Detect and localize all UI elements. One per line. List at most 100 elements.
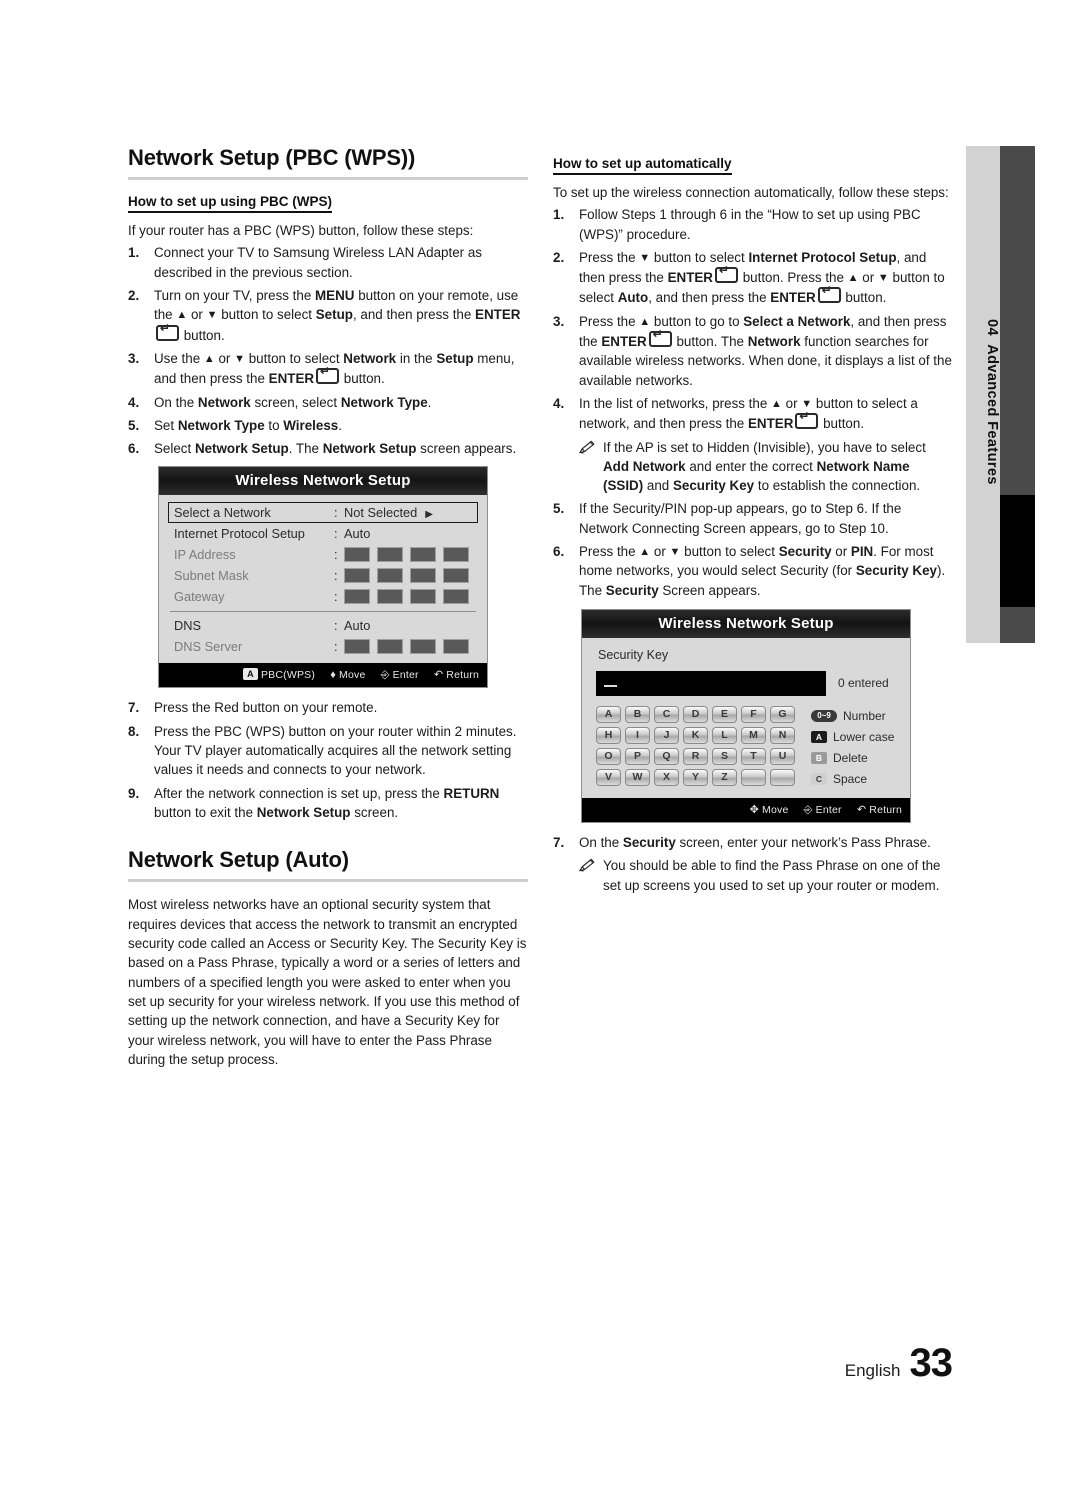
key-u[interactable]: U	[770, 747, 795, 765]
key-x[interactable]: X	[654, 768, 679, 786]
key-k[interactable]: K	[683, 726, 708, 744]
key-c[interactable]: C	[654, 705, 679, 723]
key-y[interactable]: Y	[683, 768, 708, 786]
step-number: 6.	[128, 441, 140, 457]
osd-value-box	[377, 639, 403, 655]
security-key-input[interactable]	[596, 670, 826, 696]
key-j[interactable]: J	[654, 726, 679, 744]
step-number: 3.	[553, 313, 565, 329]
step-item: 5. If the Security/PIN pop-up appears, go…	[553, 499, 953, 538]
hint-enter-label: Enter	[392, 669, 419, 682]
step-item: 4. On the Network screen, select Network …	[128, 393, 528, 412]
osd-row-colon: :	[334, 505, 338, 521]
key-r[interactable]: R	[683, 747, 708, 765]
osd-value-box	[443, 547, 469, 563]
key-i[interactable]: I	[625, 726, 650, 744]
key-s[interactable]: S	[712, 747, 737, 765]
onscreen-keyboard[interactable]: ABCDEFG HIJKLMN OPQRSTU VWXYZ	[596, 705, 799, 790]
badge-b-icon: B	[811, 752, 827, 765]
key-v[interactable]: V	[596, 768, 621, 786]
osd-row-colon: :	[334, 526, 338, 542]
key-l[interactable]: L	[712, 726, 737, 744]
osd-value-boxes	[344, 639, 472, 655]
step-number: 1.	[553, 207, 565, 223]
osd-menu-row[interactable]: Gateway:	[168, 586, 478, 607]
step-text: If the Security/PIN pop-up appears, go t…	[579, 501, 902, 536]
osd-row-label: Select a Network	[174, 505, 271, 521]
key-f[interactable]: F	[741, 705, 766, 723]
osd-menu-row[interactable]: Select a Network: Not Selected ▶	[168, 502, 478, 524]
page-footer: English 33	[845, 1341, 953, 1386]
key-q[interactable]: Q	[654, 747, 679, 765]
move-updown-icon: ♦	[330, 669, 337, 682]
intro-paragraph-pbc: If your router has a PBC (WPS) button, f…	[128, 223, 474, 239]
legend-item: B Delete	[811, 748, 894, 769]
osd-row-value: Auto	[344, 618, 371, 634]
key-blank[interactable]	[770, 768, 795, 786]
key-blank[interactable]	[741, 768, 766, 786]
step-item: 8. Press the PBC (WPS) button on your rou…	[128, 722, 528, 780]
hint-pbc-wps: A PBC(WPS)	[242, 668, 315, 681]
step-number: 5.	[553, 501, 565, 517]
osd-value-box	[377, 568, 403, 584]
step-text: On the Security screen, enter your netwo…	[579, 834, 931, 850]
osd-value-box	[377, 589, 403, 605]
heading-rule-auto	[128, 879, 528, 883]
osd-menu-row[interactable]: Internet Protocol Setup: Auto	[168, 523, 478, 544]
right-column: How to set up automatically To set up th…	[553, 155, 953, 899]
step-item: 2. Press the ▼ button to select Internet …	[553, 248, 953, 308]
chevron-right-icon: ▶	[425, 509, 433, 521]
hint-move-2-label: Move	[762, 803, 789, 816]
hint-enter-2: ⎆ Enter	[804, 804, 842, 816]
key-z[interactable]: Z	[712, 768, 737, 786]
step-text: Press the ▲ or ▼ button to select Securi…	[579, 544, 946, 598]
osd-row-value: Not Selected ▶	[344, 505, 433, 521]
badge-a-icon: A	[242, 668, 258, 681]
osd-row-colon: :	[334, 568, 338, 584]
left-column: Network Setup (PBC (WPS)) How to set up …	[128, 145, 528, 1072]
key-a[interactable]: A	[596, 705, 621, 723]
badge-num-icon: 0~9	[811, 710, 837, 723]
steps-list-pbc: 1. Connect your TV to Samsung Wireless LA…	[128, 243, 528, 458]
manual-page: 04 Advanced Features Network Setup (PBC …	[0, 0, 1080, 1494]
return-icon-2: ↶	[856, 803, 867, 816]
step-text: Press the ▲ button to go to Select a Net…	[579, 312, 953, 390]
step-text: Connect your TV to Samsung Wireless LAN …	[154, 245, 482, 280]
key-d[interactable]: D	[683, 705, 708, 723]
osd-row-label: DNS Server	[174, 639, 243, 655]
osd-menu-row[interactable]: IP Address:	[168, 544, 478, 565]
key-w[interactable]: W	[625, 768, 650, 786]
note-pencil-icon	[578, 438, 603, 496]
heading-rule	[128, 177, 528, 181]
key-p[interactable]: P	[625, 747, 650, 765]
step-number: 9.	[128, 785, 140, 801]
hint-enter: ⎆ Enter	[381, 669, 419, 681]
key-g[interactable]: G	[770, 705, 795, 723]
key-n[interactable]: N	[770, 726, 795, 744]
osd-value-box	[377, 547, 403, 563]
legend-label: Lower case	[833, 730, 895, 745]
key-b[interactable]: B	[625, 705, 650, 723]
enter-icon: ⎆	[380, 669, 390, 682]
step-item: 1. Follow Steps 1 through 6 in the “How t…	[553, 205, 953, 244]
key-t[interactable]: T	[741, 747, 766, 765]
step-text: Set Network Type to Wireless.	[154, 417, 342, 433]
osd-security-footer-hints: ✥ Move ⎆ Enter ↶ Return	[582, 797, 910, 822]
osd-menu-row[interactable]: Subnet Mask:	[168, 565, 478, 586]
key-h[interactable]: H	[596, 726, 621, 744]
osd-row-label: Internet Protocol Setup	[174, 526, 305, 542]
legend-label: Number	[843, 709, 886, 724]
key-m[interactable]: M	[741, 726, 766, 744]
note-pass-phrase: You should be able to find the Pass Phra…	[578, 856, 953, 895]
step-number: 3.	[128, 350, 140, 366]
step-item: 5. Set Network Type to Wireless.	[128, 416, 528, 435]
osd-menu-row[interactable]: DNS Server:	[168, 636, 478, 657]
osd-value-boxes	[344, 568, 472, 584]
step-text: On the Network screen, select Network Ty…	[154, 394, 432, 410]
osd-value-box	[344, 547, 370, 563]
note-hidden-ap-text: If the AP is set to Hidden (Invisible), …	[603, 439, 926, 494]
osd-menu-row[interactable]: DNS: Auto	[168, 615, 478, 636]
step-text: Press the Red button on your remote.	[154, 700, 378, 716]
key-e[interactable]: E	[712, 705, 737, 723]
key-o[interactable]: O	[596, 747, 621, 765]
